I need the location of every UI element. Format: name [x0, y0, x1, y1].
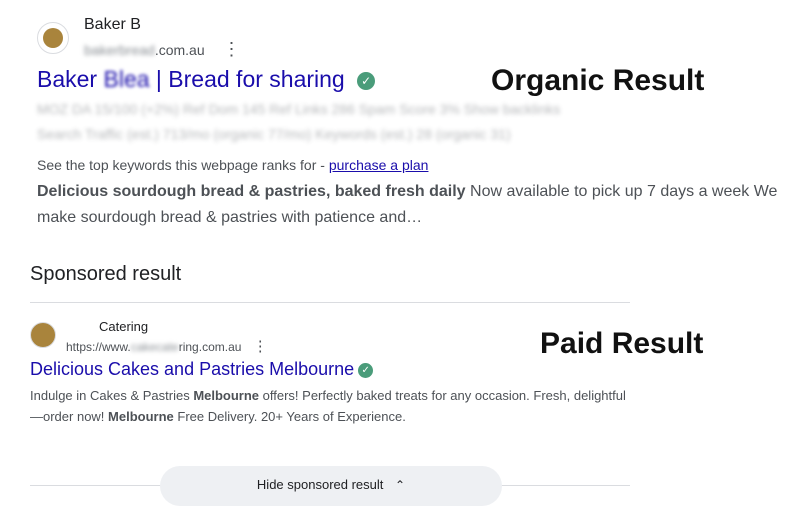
verified-check-icon: ✓ [358, 362, 374, 378]
seo-keywords-line: See the top keywords this webpage ranks … [37, 157, 429, 173]
site-url[interactable]: bakerbread.com.au ⋮ [84, 40, 241, 58]
organic-result-label: Organic Result [491, 64, 705, 97]
more-options-icon[interactable]: ⋮ [253, 338, 268, 355]
paid-result-label: Paid Result [540, 327, 704, 360]
divider [30, 302, 630, 303]
blurred-url-part: cakecate [130, 340, 179, 354]
verified-check-icon: ✓ [357, 71, 376, 90]
organic-result-title[interactable]: Baker Blea | Bread for sharing ✓ [37, 66, 376, 93]
sponsored-heading: Sponsored result [30, 263, 182, 285]
site-favicon[interactable] [37, 22, 69, 54]
hide-sponsored-button[interactable]: Hide sponsored result ⌃ [160, 466, 502, 506]
ad-site-name[interactable]: Catering [99, 319, 148, 334]
site-name[interactable]: Baker B [84, 16, 141, 34]
blurred-url-part: bakerbread [84, 42, 155, 58]
ad-title[interactable]: Delicious Cakes and Pastries Melbourne ✓ [30, 359, 374, 380]
chevron-up-icon: ⌃ [395, 478, 406, 492]
organic-snippet: Delicious sourdough bread & pastries, ba… [37, 183, 778, 226]
purchase-plan-link[interactable]: purchase a plan [329, 157, 429, 173]
favicon-logo [43, 28, 63, 48]
ad-url[interactable]: https://www.cakecatering.com.au ⋮ [66, 339, 268, 354]
seo-metrics-line: MOZ DA 15/100 (+2%) Ref Dom 145 Ref Link… [37, 101, 561, 117]
ad-description: Indulge in Cakes & Pastries Melbourne of… [30, 388, 626, 424]
ad-favicon[interactable] [30, 322, 56, 348]
seo-metrics-line: Search Traffic (est.) 713/mo (organic 77… [37, 126, 511, 142]
more-options-icon[interactable]: ⋮ [223, 39, 241, 59]
